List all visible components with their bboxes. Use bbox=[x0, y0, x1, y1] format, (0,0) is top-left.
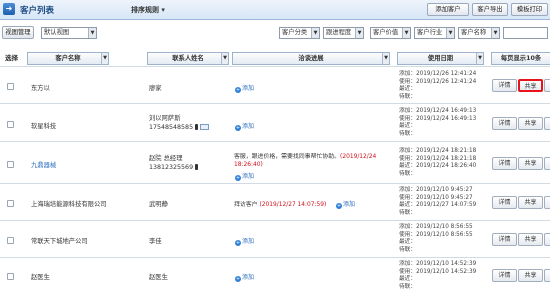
delete-button[interactable]: 删 bbox=[544, 196, 550, 209]
contact-name: 廖家 bbox=[149, 85, 162, 92]
date-info: 添加：2019/12/26 12:41:24 使用：2019/12/26 12:… bbox=[399, 71, 477, 100]
date-info: 添加：2019/12/10 9:45:27 使用：2019/12/10 9:45… bbox=[399, 187, 477, 216]
detail-button[interactable]: 详情 bbox=[492, 233, 517, 246]
value-select[interactable]: 客户价值 ▼ bbox=[370, 27, 411, 39]
chevron-down-icon: ▼ bbox=[221, 53, 228, 64]
chevron-down-icon: ▼ bbox=[382, 53, 389, 64]
contact-name: 李佳 bbox=[149, 238, 162, 245]
add-followup-link[interactable]: + 添加 bbox=[235, 236, 254, 246]
followup-note: 拜访客户 (2019/12/27 14:07:59) bbox=[234, 202, 327, 208]
table-row: 东方以 廖家 + 添加 添加：2019/12/26 12:41:24 使用：201… bbox=[0, 66, 550, 103]
page-size-header[interactable]: 每页显示10条 bbox=[491, 52, 550, 65]
plus-icon: + bbox=[235, 175, 241, 181]
chevron-down-icon: ▼ bbox=[476, 53, 483, 64]
plus-icon: + bbox=[235, 276, 241, 282]
row-checkbox[interactable] bbox=[7, 121, 14, 128]
date-column-header[interactable]: 使用日期 ▼ bbox=[397, 52, 484, 65]
share-button[interactable]: 共享 bbox=[518, 269, 543, 282]
row-checkbox[interactable] bbox=[7, 200, 14, 207]
add-followup-link[interactable]: + 添加 bbox=[336, 199, 355, 209]
share-button[interactable]: 共享 bbox=[518, 79, 543, 92]
delete-button[interactable]: 删 bbox=[544, 233, 550, 246]
name-column-header[interactable]: 客户名称 ▼ bbox=[27, 52, 109, 65]
category-select[interactable]: 客户分类 ▼ bbox=[279, 27, 320, 39]
title-bar: ➜ 客户列表 排序规则 ▾ 添加客户 客户导出 模板打印 bbox=[0, 0, 550, 20]
contact-name: 武明静 bbox=[149, 201, 168, 208]
row-checkbox[interactable] bbox=[7, 83, 14, 90]
industry-select[interactable]: 客户行业 ▼ bbox=[414, 27, 455, 39]
table-row: 上海瑞培能源科技有限公司 武明静 拜访客户 (2019/12/27 14:07:… bbox=[0, 183, 550, 220]
select-column-header: 选择 bbox=[5, 54, 18, 62]
contact-name: 刘以阿萨斯 bbox=[149, 115, 181, 122]
detail-button[interactable]: 详情 bbox=[492, 269, 517, 282]
detail-button[interactable]: 详情 bbox=[492, 79, 517, 92]
followup-level-select[interactable]: 跟进程度 ▼ bbox=[323, 27, 364, 39]
search-input[interactable] bbox=[503, 27, 548, 39]
delete-button[interactable]: 删 bbox=[544, 269, 550, 282]
add-customer-button[interactable]: 添加客户 bbox=[427, 3, 469, 16]
delete-button[interactable]: 删 bbox=[544, 157, 550, 170]
filter-bar: 视图管理 默认视图 ▼ 客户分类 ▼ 跟进程度 ▼ 客户价值 ▼ 客户行业 ▼ 客户名称 ▼ bbox=[0, 24, 550, 41]
date-info: 添加：2019/12/10 8:56:55 使用：2019/12/10 8:56… bbox=[399, 224, 473, 253]
date-info: 添加：2019/12/10 14:52:39 使用：2019/12/10 14:… bbox=[399, 261, 477, 290]
customer-name[interactable]: 赵医生 bbox=[31, 272, 50, 281]
share-button[interactable]: 共享 bbox=[518, 233, 543, 246]
chevron-down-icon: ▼ bbox=[88, 28, 96, 38]
contact-name: 赵医生 bbox=[149, 274, 168, 281]
add-followup-link[interactable]: + 添加 bbox=[235, 83, 254, 93]
table-row: 赵医生 赵医生 + 添加 添加：2019/12/10 14:52:39 使用：20… bbox=[0, 257, 550, 292]
chevron-down-icon: ▼ bbox=[311, 28, 319, 38]
date-info: 添加：2019/12/24 16:49:13 使用：2019/12/24 16:… bbox=[399, 108, 477, 137]
delete-button[interactable]: 删 bbox=[544, 79, 550, 92]
phone-icon bbox=[195, 124, 199, 130]
view-select[interactable]: 默认视图 ▼ bbox=[41, 27, 97, 39]
add-followup-link[interactable]: + 添加 bbox=[235, 171, 254, 181]
phone-icon bbox=[195, 164, 199, 170]
row-checkbox[interactable] bbox=[7, 237, 14, 244]
name-search-select[interactable]: 客户名称 ▼ bbox=[458, 27, 500, 39]
plus-icon: + bbox=[336, 203, 342, 209]
table-row: 九鼎器械 赵院 总经理 13812325569 客服，跟进价格，需要找同事帮忙协… bbox=[0, 141, 550, 183]
mail-icon[interactable] bbox=[200, 124, 210, 130]
arrow-right-icon: ➜ bbox=[3, 3, 15, 15]
add-followup-link[interactable]: + 添加 bbox=[235, 121, 254, 131]
share-button[interactable]: 共享 bbox=[518, 157, 543, 170]
detail-button[interactable]: 详情 bbox=[492, 196, 517, 209]
chevron-down-icon: ▼ bbox=[101, 53, 108, 64]
followup-note: 客服，跟进价格，需要找同事帮忙协助。(2019/12/24 18:26:40) bbox=[234, 154, 377, 168]
delete-button[interactable]: 删 bbox=[544, 117, 550, 130]
customer-name[interactable]: 九鼎器械 bbox=[31, 160, 56, 169]
chevron-down-icon: ▼ bbox=[446, 28, 454, 38]
page-title: 客户列表 bbox=[20, 6, 55, 16]
customer-name[interactable]: 常联天下城地产公司 bbox=[31, 236, 88, 245]
contact-phone: 17548548585 bbox=[149, 124, 210, 131]
followup-column-header[interactable]: 洽谈进展 ▼ bbox=[232, 52, 390, 65]
chevron-down-icon: ▼ bbox=[355, 28, 363, 38]
detail-button[interactable]: 详情 bbox=[492, 117, 517, 130]
view-manage-button[interactable]: 视图管理 bbox=[2, 26, 34, 39]
plus-icon: + bbox=[235, 125, 241, 131]
share-button[interactable]: 共享 bbox=[518, 196, 543, 209]
detail-button[interactable]: 详情 bbox=[492, 157, 517, 170]
table-row: 软星科技 刘以阿萨斯 17548548585 + 添加 添加：2019/12/24… bbox=[0, 103, 550, 141]
plus-icon: + bbox=[235, 87, 241, 93]
export-customer-button[interactable]: 客户导出 bbox=[472, 3, 508, 16]
add-followup-link[interactable]: + 添加 bbox=[235, 272, 254, 282]
template-print-button[interactable]: 模板打印 bbox=[511, 3, 548, 16]
row-checkbox[interactable] bbox=[7, 161, 14, 168]
row-checkbox[interactable] bbox=[7, 273, 14, 280]
customer-name[interactable]: 上海瑞培能源科技有限公司 bbox=[31, 199, 107, 208]
table-row: 常联天下城地产公司 李佳 + 添加 添加：2019/12/10 8:56:55 使… bbox=[0, 220, 550, 257]
plus-icon: + bbox=[235, 240, 241, 246]
contact-name: 赵院 总经理 bbox=[149, 155, 183, 162]
contact-column-header[interactable]: 联系人姓名 ▼ bbox=[147, 52, 229, 65]
date-info: 添加：2019/12/24 18:21:18 使用：2019/12/24 18:… bbox=[399, 148, 477, 177]
sort-menu[interactable]: 排序规则 ▾ bbox=[131, 5, 165, 15]
share-button[interactable]: 共享 bbox=[518, 117, 543, 130]
chevron-down-icon: ▼ bbox=[402, 28, 410, 38]
chevron-down-icon: ▼ bbox=[491, 28, 499, 38]
customer-name[interactable]: 东方以 bbox=[31, 83, 50, 92]
customer-name[interactable]: 软星科技 bbox=[31, 121, 56, 130]
contact-phone: 13812325569 bbox=[149, 164, 199, 171]
